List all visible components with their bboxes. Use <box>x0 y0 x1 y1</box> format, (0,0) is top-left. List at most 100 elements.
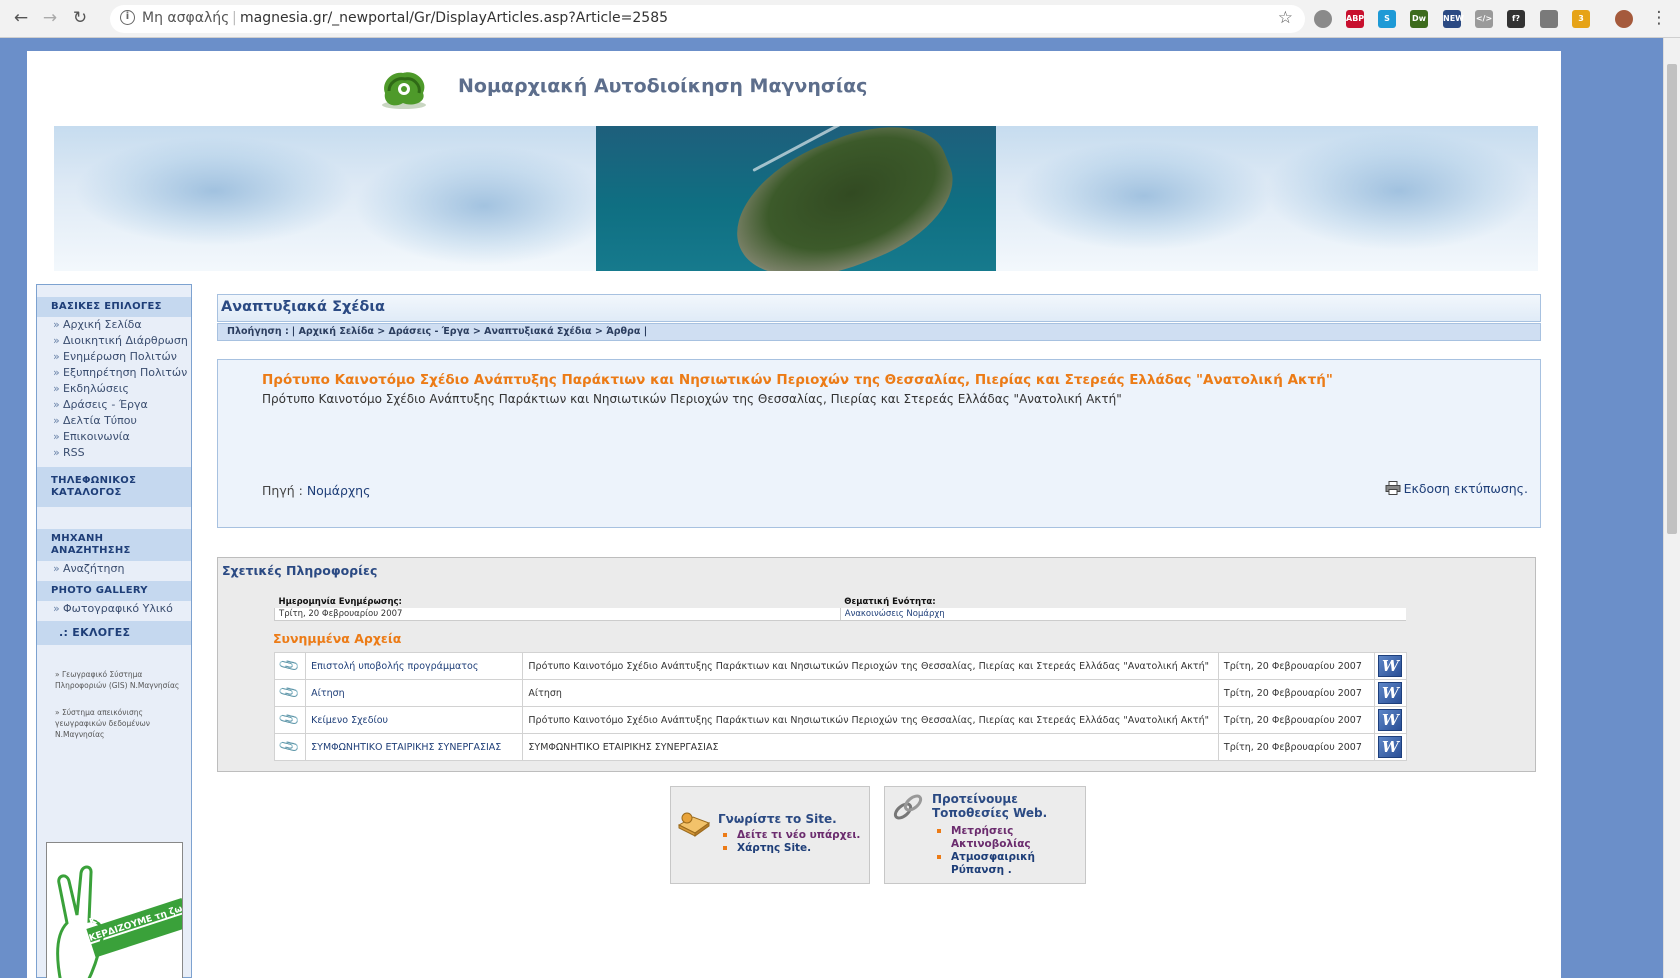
anti-smoking-banner[interactable]: ΚΟΒΟΥΜΕ το τσιγάρο ΚΕΡΔΙΖΟΥΜΕ τη ζωή <box>46 842 183 978</box>
related-info-box: Σχετικές Πληροφορίες Ημερομηνία Ενημέρωσ… <box>217 557 1536 772</box>
scrollbar-thumb[interactable] <box>1667 64 1677 534</box>
file-description: Πρότυπο Καινοτόμο Σχέδιο Ανάπτυξης Παράκ… <box>522 706 1219 734</box>
updated-value: Τρίτη, 20 Φεβρουαρίου 2007 <box>274 608 841 621</box>
file-name-link[interactable]: Επιστολή υποβολής προγράμματος <box>305 652 524 680</box>
updated-label: Ημερομηνία Ενημέρωσης: <box>278 597 402 607</box>
skype-icon[interactable]: S <box>1378 10 1396 28</box>
source-value: Νομάρχης <box>306 483 371 498</box>
file-date: Τρίτη, 20 Φεβρουαρίου 2007 <box>1217 679 1375 707</box>
sidebar-heading-elections[interactable]: .: ΕΚΛΟΓΕΣ <box>37 621 191 645</box>
word-document-icon[interactable]: W <box>1378 682 1403 704</box>
printer-icon <box>1385 481 1401 495</box>
sidebar-heading-directory[interactable]: ΤΗΛΕΦΩΝΙΚΟΣ ΚΑΤΑΛΟΓΟΣ <box>37 467 191 507</box>
table-row: 📎 Κείμενο Σχεδίου Πρότυπο Καινοτόμο Σχέδ… <box>273 706 1408 734</box>
file-description: ΣΥΜΦΩΝΗΤΙΚΟ ΕΤΑΙΡΙΚΗΣ ΣΥΝΕΡΓΑΣΙΑΣ <box>522 733 1219 761</box>
attached-files-table: 📎 Επιστολή υποβολής προγράμματος Πρότυπο… <box>273 652 1408 761</box>
word-document-icon[interactable]: W <box>1378 655 1403 677</box>
word-document-icon[interactable]: W <box>1378 736 1403 758</box>
file-description: Αίτηση <box>522 679 1219 707</box>
file-name-link[interactable]: Κείμενο Σχεδίου <box>305 706 524 734</box>
book-icon <box>677 812 711 837</box>
table-row: 📎 ΣΥΜΦΩΝΗΤΙΚΟ ΕΤΑΙΡΙΚΗΣ ΣΥΝΕΡΓΑΣΙΑΣ ΣΥΜΦ… <box>273 733 1408 761</box>
bulb-ext-icon[interactable]: 3 <box>1572 10 1590 28</box>
sidebar-item-rss[interactable]: » RSS <box>37 445 191 461</box>
suggested-sites-box: Προτείνουμε Τοποθεσίες Web. Μετρήσεις Ακ… <box>884 786 1086 884</box>
sidebar-item-administration[interactable]: » Διοικητική Διάρθρωση <box>37 333 191 349</box>
address-bar[interactable]: i Μη ασφαλής | magnesia.gr/_newportal/Gr… <box>110 5 1305 33</box>
table-row: 📎 Αίτηση Αίτηση Τρίτη, 20 Φεβρουαρίου 20… <box>273 679 1408 707</box>
print-version-label[interactable]: Εκδοση εκτύπωσης. <box>1404 481 1528 496</box>
island-photo <box>596 126 996 271</box>
breadcrumb-path[interactable]: | Αρχική Σελίδα > Δράσεις - Έργα > Αναπτ… <box>292 326 647 337</box>
code-icon[interactable]: </> <box>1475 10 1493 28</box>
sidebar-item-events[interactable]: » Εκδηλώσεις <box>37 381 191 397</box>
fontface-icon[interactable]: f? <box>1507 10 1525 28</box>
attached-files-title: Συνημμένα Αρχεία <box>273 631 402 646</box>
sidebar-item-search[interactable]: » Αναζήτηση <box>37 561 191 577</box>
file-description: Πρότυπο Καινοτόμο Σχέδιο Ανάπτυξης Παράκ… <box>522 652 1219 680</box>
dreamweaver-icon[interactable]: Dw <box>1410 10 1428 28</box>
sidebar-item-photos[interactable]: » Φωτογραφικό Υλικό <box>37 601 191 617</box>
file-date: Τρίτη, 20 Φεβρουαρίου 2007 <box>1217 733 1375 761</box>
whats-new-link[interactable]: Δείτε τι νέο υπάρχει. <box>723 829 860 842</box>
suggested-sites-title[interactable]: Προτείνουμε Τοποθεσίες Web. <box>932 792 1082 820</box>
bookmark-star-icon[interactable]: ☆ <box>1278 8 1293 28</box>
reload-icon[interactable]: ↻ <box>69 8 91 28</box>
profile-avatar[interactable] <box>1615 10 1633 28</box>
file-name-link[interactable]: Αίτηση <box>305 679 524 707</box>
paperclip-icon: 📎 <box>273 733 307 761</box>
topic-label: Θεματική Ενότητα: <box>844 597 936 607</box>
news-icon[interactable]: NEW <box>1443 10 1464 28</box>
sidebar-item-contact[interactable]: » Επικοινωνία <box>37 429 191 445</box>
menu-kebab-icon[interactable]: ⋮ <box>1648 8 1670 28</box>
chain-link-icon <box>893 794 923 820</box>
sidebar: ΒΑΣΙΚΕΣ ΕΠΙΛΟΓΕΣ » Αρχική Σελίδα » Διοικητ… <box>36 284 192 978</box>
gear-ext-icon[interactable] <box>1314 10 1332 28</box>
sidebar-item-citizen-info[interactable]: » Ενημέρωση Πολιτών <box>37 349 191 365</box>
back-arrow-icon[interactable]: ← <box>10 8 32 28</box>
article-subtitle: Πρότυπο Καινοτόμο Σχέδιο Ανάπτυξης Παράκ… <box>262 392 1122 406</box>
insecure-label: Μη ασφαλής <box>142 10 230 26</box>
know-the-site-title[interactable]: Γνωρίστε το Site. <box>718 812 837 826</box>
sidebar-item-home[interactable]: » Αρχική Σελίδα <box>37 317 191 333</box>
url-separator: | <box>232 10 237 26</box>
info-icon[interactable]: i <box>120 10 135 25</box>
sidebar-item-press[interactable]: » Δελτία Τύπου <box>37 413 191 429</box>
breadcrumb-label: Πλοήγηση : <box>227 326 289 337</box>
section-title-bar: Αναπτυξιακά Σχέδια <box>217 294 1541 322</box>
article-source: Πηγή : Νομάρχης <box>262 483 370 498</box>
shield-ext-icon[interactable] <box>1540 10 1558 28</box>
sidebar-heading-search: ΜΗΧΑΝΗ ΑΝΑΖΗΤΗΣΗΣ <box>37 529 191 561</box>
print-version-link[interactable]: Εκδοση εκτύπωσης. <box>1385 481 1528 496</box>
file-name-link[interactable]: ΣΥΜΦΩΝΗΤΙΚΟ ΕΤΑΙΡΙΚΗΣ ΣΥΝΕΡΓΑΣΙΑΣ <box>305 733 524 761</box>
page: Νομαρχιακή Αυτοδιοίκηση Μαγνησίας ΒΑΣΙΚΕ… <box>27 51 1561 978</box>
breadcrumb: Πλοήγηση : | Αρχική Σελίδα > Δράσεις - Έ… <box>217 323 1541 341</box>
article-title: Πρότυπο Καινοτόμο Σχέδιο Ανάπτυξης Παράκ… <box>262 372 1333 388</box>
sidebar-link-geodata[interactable]: » Σύστημα απεικόνισης γεωγραφικών δεδομέ… <box>37 707 191 740</box>
paperclip-icon: 📎 <box>273 706 307 734</box>
table-row: 📎 Επιστολή υποβολής προγράμματος Πρότυπο… <box>273 652 1408 680</box>
topic-value[interactable]: Ανακοινώσεις Νομάρχη <box>839 608 1406 621</box>
sidebar-item-citizen-service[interactable]: » Εξυπηρέτηση Πολιτών <box>37 365 191 381</box>
forward-arrow-icon[interactable]: → <box>39 8 61 28</box>
file-date: Τρίτη, 20 Φεβρουαρίου 2007 <box>1217 706 1375 734</box>
know-the-site-box: Γνωρίστε το Site. Δείτε τι νέο υπάρχει. … <box>670 786 870 884</box>
radiation-measurements-link[interactable]: Μετρήσεις Ακτινοβολίας <box>937 825 1071 851</box>
article-box: Πρότυπο Καινοτόμο Σχέδιο Ανάπτυξης Παράκ… <box>217 359 1541 528</box>
sidebar-item-projects[interactable]: » Δράσεις - Έργα <box>37 397 191 413</box>
browser-toolbar: ← → ↻ i Μη ασφαλής | magnesia.gr/_newpor… <box>0 0 1680 38</box>
section-title: Αναπτυξιακά Σχέδια <box>221 299 385 315</box>
sidebar-link-gis[interactable]: » Γεωγραφικό Σύστημα Πληροφοριών (GIS) Ν… <box>37 669 191 691</box>
source-label: Πηγή : <box>262 483 303 498</box>
word-document-icon[interactable]: W <box>1378 709 1403 731</box>
url-text[interactable]: magnesia.gr/_newportal/Gr/DisplayArticle… <box>240 10 668 26</box>
related-info-title: Σχετικές Πληροφορίες <box>222 563 378 578</box>
air-pollution-link[interactable]: Ατμοσφαιρική Ρύπανση . <box>937 851 1071 877</box>
vertical-scrollbar[interactable] <box>1663 38 1680 978</box>
header-banner <box>54 126 1538 271</box>
sitemap-link[interactable]: Χάρτης Site. <box>723 842 860 855</box>
paperclip-icon: 📎 <box>273 679 307 707</box>
adblock-icon[interactable]: ABP <box>1346 10 1364 28</box>
file-date: Τρίτη, 20 Φεβρουαρίου 2007 <box>1217 652 1375 680</box>
sidebar-heading-gallery: PHOTO GALLERY <box>37 581 191 601</box>
